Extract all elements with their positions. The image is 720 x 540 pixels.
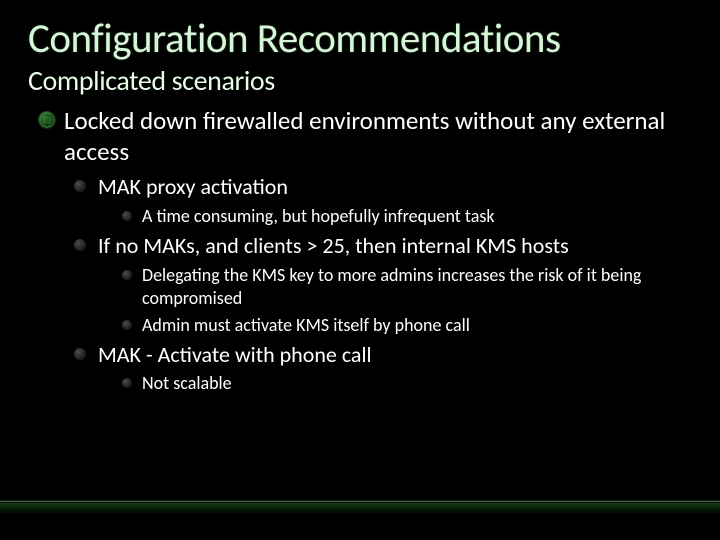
globe-bullet-icon	[38, 111, 56, 129]
bullet-lvl3: A time consuming, but hopefully infreque…	[122, 205, 692, 228]
bullet-lvl2: If no MAKs, and clients > 25, then inter…	[74, 232, 692, 337]
bullet-lvl2: MAK proxy activation A time consuming, b…	[74, 173, 692, 228]
slide-body: Locked down firewalled environments with…	[28, 106, 692, 395]
slide-subtitle: Complicated scenarios	[28, 63, 692, 98]
bullet-lvl2-text: MAK proxy activation	[98, 173, 288, 200]
bullet-lvl2-text: MAK - Activate with phone call	[98, 341, 372, 368]
bullet-lvl2: MAK - Activate with phone call Not scala…	[74, 341, 692, 396]
bullet-lvl2-text: If no MAKs, and clients > 25, then inter…	[98, 232, 569, 259]
bullet-lvl3: Admin must activate KMS itself by phone …	[122, 314, 692, 337]
bullet-lvl3-text: Not scalable	[142, 372, 232, 394]
slide-title: Configuration Recommendations	[28, 18, 692, 61]
bullet-lvl3-text: A time consuming, but hopefully infreque…	[142, 205, 495, 227]
bullet-lvl1-text: Locked down firewalled environments with…	[64, 105, 665, 167]
bullet-lvl1: Locked down firewalled environments with…	[28, 106, 692, 167]
bullet-lvl3: Not scalable	[122, 372, 692, 395]
decorative-footer-bar	[0, 501, 720, 513]
bullet-lvl3-text: Delegating the KMS key to more admins in…	[142, 264, 641, 309]
bullet-lvl3-text: Admin must activate KMS itself by phone …	[142, 314, 470, 336]
bullet-lvl3: Delegating the KMS key to more admins in…	[122, 264, 692, 310]
